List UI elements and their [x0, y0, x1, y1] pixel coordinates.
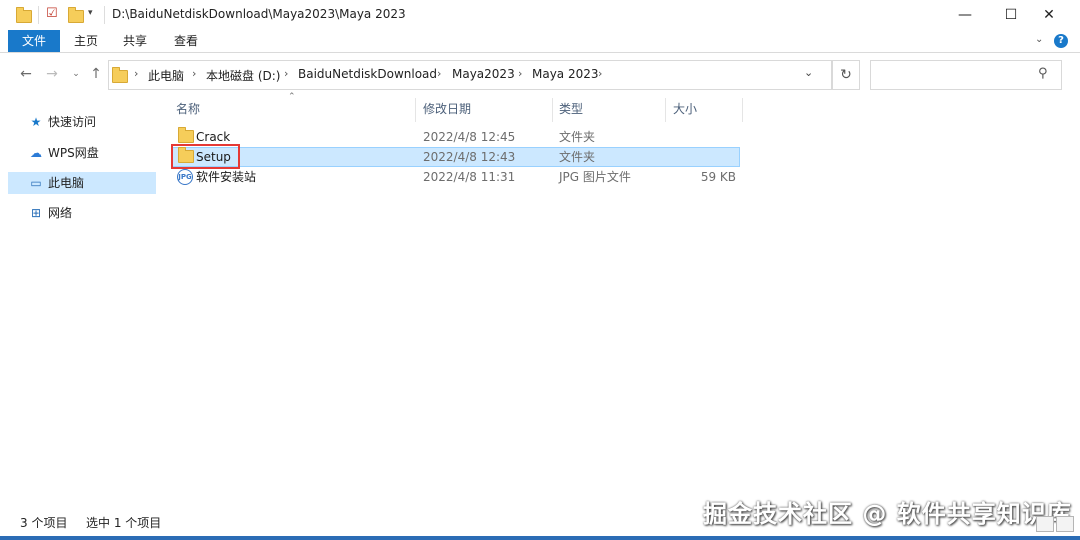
ribbon-bar — [0, 30, 1080, 53]
address-dropdown-icon[interactable]: ⌄ — [804, 66, 813, 79]
file-row-jpg[interactable]: JPG 软件安装站 2022/4/8 11:31 JPG 图片文件 59 KB — [172, 167, 740, 187]
customize-toolbar-icon[interactable]: ▾ — [88, 8, 93, 18]
nav-quick-access[interactable]: ★ 快速访问 — [8, 111, 156, 133]
nav-label: 快速访问 — [48, 115, 97, 129]
forward-arrow-icon[interactable]: → — [42, 64, 62, 84]
highlight-box — [171, 144, 240, 169]
status-selected-count: 选中 1 个项目 — [86, 516, 162, 530]
chevron-right-icon[interactable]: › — [437, 67, 441, 80]
tab-share[interactable]: 共享 — [123, 30, 147, 52]
column-header-type[interactable]: 类型 — [559, 98, 583, 120]
breadcrumb-maya-2023[interactable]: Maya 2023 — [532, 67, 599, 81]
chevron-right-icon[interactable]: › — [134, 67, 138, 80]
tab-file[interactable]: 文件 — [8, 30, 60, 52]
breadcrumb-baidu[interactable]: BaiduNetdiskDownload — [298, 67, 437, 81]
nav-wps-drive[interactable]: ☁ WPS网盘 — [8, 142, 156, 164]
computer-icon: ▭ — [30, 176, 42, 190]
status-item-count: 3 个项目 — [20, 516, 68, 530]
file-row-crack[interactable]: Crack 2022/4/8 12:45 文件夹 — [172, 127, 740, 147]
divider — [38, 6, 39, 24]
divider — [104, 6, 105, 24]
breadcrumb-drive-d[interactable]: 本地磁盘 (D:) — [206, 67, 280, 84]
column-divider[interactable] — [665, 98, 666, 122]
file-date: 2022/4/8 12:43 — [423, 150, 516, 164]
new-folder-icon[interactable] — [68, 6, 84, 23]
nav-label: WPS网盘 — [48, 146, 99, 160]
nav-network[interactable]: ⊞ 网络 — [8, 202, 156, 224]
file-type: 文件夹 — [559, 130, 596, 144]
breadcrumb-this-pc[interactable]: 此电脑 — [148, 67, 184, 84]
desktop-edge — [0, 536, 1080, 540]
network-icon: ⊞ — [30, 206, 42, 220]
chevron-right-icon[interactable]: › — [518, 67, 522, 80]
window-title: D:\BaiduNetdiskDownload\Maya2023\Maya 20… — [112, 7, 406, 21]
file-date: 2022/4/8 11:31 — [423, 170, 516, 184]
watermark: 掘金技术社区 @ 软件共享知识库 — [703, 500, 1072, 528]
file-type: 文件夹 — [559, 150, 596, 164]
folder-icon — [16, 6, 32, 23]
tab-home[interactable]: 主页 — [74, 30, 98, 52]
nav-label: 网络 — [48, 206, 73, 220]
tab-view[interactable]: 查看 — [174, 30, 198, 52]
jpg-icon: JPG — [177, 169, 193, 185]
folder-icon — [112, 66, 128, 83]
column-header-name[interactable]: 名称 — [176, 98, 200, 120]
details-view-icon[interactable] — [1036, 516, 1054, 532]
chevron-right-icon[interactable]: › — [284, 67, 288, 80]
search-icon: ⚲ — [1038, 66, 1048, 81]
column-divider[interactable] — [742, 98, 743, 122]
search-input[interactable] — [870, 60, 1062, 90]
star-icon: ★ — [30, 115, 42, 129]
up-arrow-icon[interactable]: ↑ — [86, 64, 106, 84]
refresh-icon[interactable]: ↻ — [832, 60, 860, 90]
cloud-icon: ☁ — [30, 146, 42, 160]
nav-label: 此电脑 — [48, 176, 85, 190]
file-name: 软件安装站 — [196, 170, 257, 184]
minimize-button[interactable]: — — [942, 0, 988, 30]
column-header-size[interactable]: 大小 — [673, 98, 697, 120]
chevron-right-icon[interactable]: › — [598, 67, 602, 80]
file-date: 2022/4/8 12:45 — [423, 130, 516, 144]
column-divider[interactable] — [415, 98, 416, 122]
file-size: 59 KB — [700, 170, 736, 184]
file-row-setup[interactable]: Setup 2022/4/8 12:43 文件夹 — [172, 147, 740, 167]
chevron-right-icon[interactable]: › — [192, 67, 196, 80]
folder-icon — [178, 127, 194, 143]
help-icon[interactable]: ? — [1054, 34, 1068, 48]
large-icons-view-icon[interactable] — [1056, 516, 1074, 532]
back-arrow-icon[interactable]: ← — [16, 64, 36, 84]
recent-locations-icon[interactable]: ⌄ — [66, 64, 86, 84]
close-button[interactable]: ✕ — [1026, 0, 1072, 30]
column-header-date[interactable]: 修改日期 — [423, 98, 471, 120]
sort-ascending-icon: ⌃ — [288, 92, 296, 102]
column-divider[interactable] — [552, 98, 553, 122]
breadcrumb-maya2023[interactable]: Maya2023 — [452, 67, 515, 81]
nav-this-pc[interactable]: ▭ 此电脑 — [8, 172, 156, 194]
expand-ribbon-icon[interactable]: ⌄ — [1035, 34, 1043, 45]
file-explorer-window: ☑ ▾ D:\BaiduNetdiskDownload\Maya2023\May… — [0, 0, 1080, 540]
file-type: JPG 图片文件 — [559, 170, 631, 184]
properties-icon[interactable]: ☑ — [46, 6, 62, 22]
